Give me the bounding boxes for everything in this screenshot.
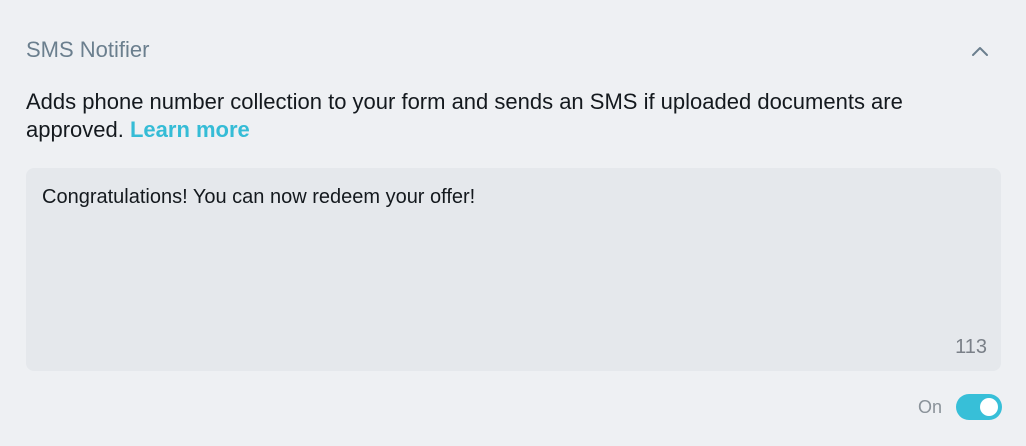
- character-count: 113: [955, 336, 987, 358]
- panel-description: Adds phone number collection to your for…: [26, 88, 966, 144]
- sms-message-text[interactable]: Congratulations! You can now redeem your…: [42, 184, 985, 210]
- enable-toggle-row: On: [918, 394, 1002, 420]
- toggle-label: On: [917, 397, 942, 417]
- learn-more-link[interactable]: Learn more: [130, 117, 250, 142]
- collapse-button[interactable]: [968, 40, 992, 64]
- panel-header: SMS Notifier: [26, 34, 1000, 66]
- enable-toggle[interactable]: [956, 394, 1002, 420]
- sms-message-field[interactable]: Congratulations! You can now redeem your…: [26, 168, 1001, 371]
- toggle-knob: [980, 398, 998, 416]
- chevron-up-icon: [972, 47, 988, 56]
- panel-title: SMS Notifier: [26, 37, 150, 62]
- sms-notifier-panel: SMS Notifier Adds phone number collectio…: [0, 0, 1026, 446]
